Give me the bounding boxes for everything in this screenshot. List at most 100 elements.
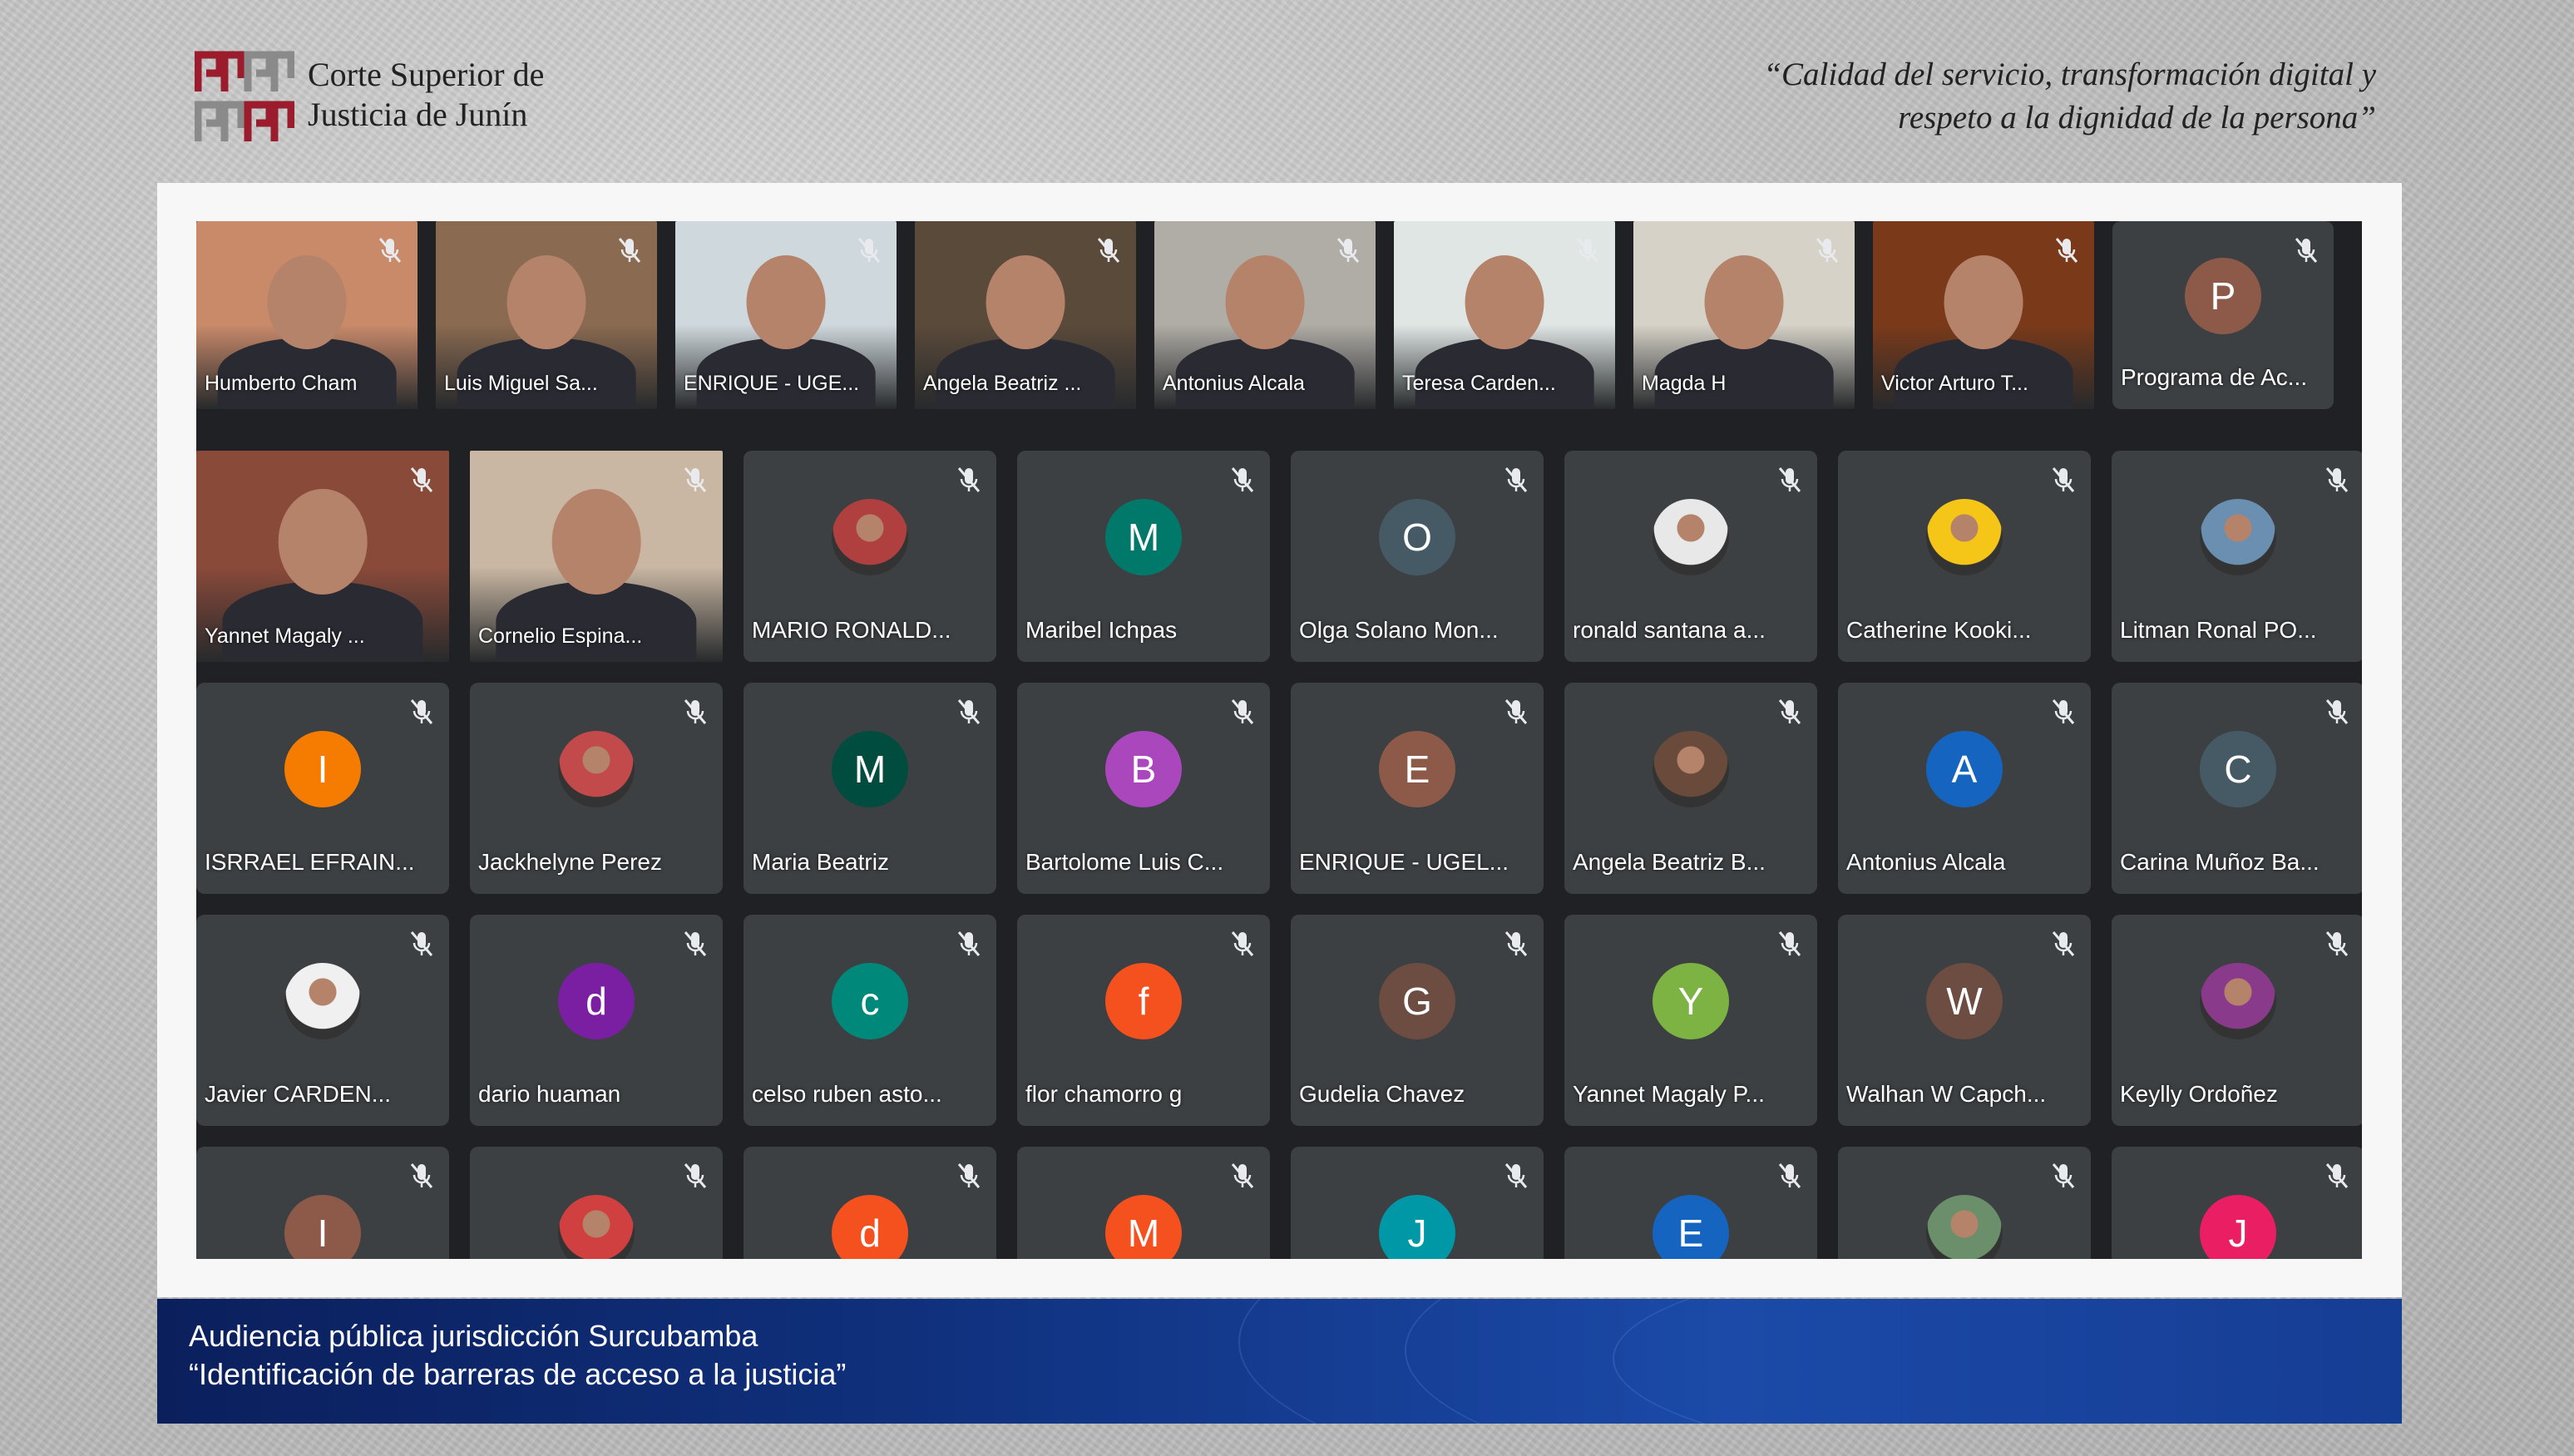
participant-name: Catherine Kooki... bbox=[1846, 617, 2032, 643]
participant-tile[interactable]: c celso ruben asto... bbox=[744, 915, 996, 1126]
avatar-photo bbox=[1926, 1195, 2003, 1259]
participant-tile[interactable]: Jackhelyne Perez bbox=[470, 683, 723, 894]
participant-tile[interactable]: ronald santana a... bbox=[1564, 451, 1817, 662]
participant-tile[interactable]: E bbox=[1564, 1147, 1817, 1259]
participant-tile[interactable]: Y Yannet Magaly P... bbox=[1564, 915, 1817, 1126]
participant-tile[interactable] bbox=[470, 1147, 723, 1259]
participant-tile[interactable]: Victor Arturo T... bbox=[1873, 221, 2094, 409]
person-head bbox=[506, 254, 586, 349]
mic-muted-icon bbox=[2051, 698, 2076, 726]
participant-name: MARIO RONALD... bbox=[752, 617, 951, 643]
court-logo bbox=[195, 51, 294, 141]
avatar-initial: A bbox=[1926, 731, 2003, 807]
participant-tile[interactable]: G Gudelia Chavez bbox=[1291, 915, 1544, 1126]
participant-tile[interactable]: MARIO RONALD... bbox=[744, 451, 996, 662]
person-head bbox=[1944, 254, 2023, 349]
mic-muted-icon bbox=[683, 698, 708, 726]
participant-tile[interactable]: f flor chamorro g bbox=[1017, 915, 1270, 1126]
participant-name: Antonius Alcala bbox=[1846, 849, 2006, 875]
mic-muted-icon bbox=[683, 930, 708, 958]
participant-tile[interactable]: J bbox=[2112, 1147, 2362, 1259]
mic-muted-icon bbox=[1777, 466, 1802, 494]
mic-muted-icon bbox=[2294, 236, 2319, 264]
participant-name: Keylly Ordoñez bbox=[2120, 1081, 2278, 1107]
participant-tile[interactable]: C Carina Muñoz Ba... bbox=[2112, 683, 2362, 894]
participant-tile[interactable]: I bbox=[196, 1147, 449, 1259]
participant-tile[interactable]: W Walhan W Capch... bbox=[1838, 915, 2091, 1126]
mic-muted-icon bbox=[2325, 466, 2349, 494]
participant-name: flor chamorro g bbox=[1025, 1081, 1183, 1107]
mic-muted-icon bbox=[409, 1162, 434, 1190]
participant-name: celso ruben asto... bbox=[752, 1081, 942, 1107]
participant-tile[interactable]: E ENRIQUE - UGEL... bbox=[1291, 683, 1544, 894]
participant-tile[interactable]: Javier CARDEN... bbox=[196, 915, 449, 1126]
participant-tile[interactable]: ENRIQUE - UGE... bbox=[675, 221, 897, 409]
person-head bbox=[551, 488, 641, 595]
mic-muted-icon bbox=[2054, 236, 2079, 264]
participant-name: Yannet Magaly ... bbox=[205, 624, 365, 648]
avatar-initial: M bbox=[832, 731, 908, 807]
avatar-photo bbox=[284, 963, 361, 1039]
participant-tile[interactable]: M Maria Beatriz bbox=[744, 683, 996, 894]
avatar-photo bbox=[2200, 963, 2276, 1039]
participant-tile[interactable]: Angela Beatriz ... bbox=[915, 221, 1136, 409]
participant-tile[interactable]: I ISRRAEL EFRAIN... bbox=[196, 683, 449, 894]
participant-tile[interactable]: Teresa Carden... bbox=[1394, 221, 1615, 409]
mic-muted-icon bbox=[1230, 1162, 1255, 1190]
participant-tile[interactable]: Catherine Kooki... bbox=[1838, 451, 2091, 662]
participant-tile[interactable]: J bbox=[1291, 1147, 1544, 1259]
participant-tile[interactable]: Humberto Cham bbox=[196, 221, 417, 409]
meeting-grid: Humberto Cham Luis Miguel Sa... ENRIQUE - … bbox=[196, 221, 2362, 1259]
person-head bbox=[1465, 254, 1544, 349]
participant-name: Maribel Ichpas bbox=[1025, 617, 1178, 643]
participant-tile[interactable]: P Programa de Ac... bbox=[2112, 221, 2334, 409]
person-head bbox=[267, 254, 347, 349]
participant-tile[interactable]: Yannet Magaly ... bbox=[196, 451, 449, 662]
mic-muted-icon bbox=[1575, 236, 1600, 264]
avatar-initial: Y bbox=[1653, 963, 1729, 1039]
mic-muted-icon bbox=[1777, 698, 1802, 726]
participant-tile[interactable]: d bbox=[744, 1147, 996, 1259]
avatar-photo bbox=[832, 499, 908, 575]
participant-name: Teresa Carden... bbox=[1402, 372, 1556, 395]
participant-tile[interactable]: M bbox=[1017, 1147, 1270, 1259]
person-head bbox=[1225, 254, 1305, 349]
participant-name: Maria Beatriz bbox=[752, 849, 889, 875]
participant-name: Magda H bbox=[1642, 372, 1727, 395]
mic-muted-icon bbox=[956, 1162, 981, 1190]
avatar-initial: M bbox=[1105, 499, 1182, 575]
avatar-initial: W bbox=[1926, 963, 2003, 1039]
mic-muted-icon bbox=[956, 466, 981, 494]
person-head bbox=[1704, 254, 1784, 349]
participant-name: Walhan W Capch... bbox=[1846, 1081, 2047, 1107]
motto-line1: “Calidad del servicio, transformación di… bbox=[1763, 57, 2376, 92]
participant-tile[interactable]: Luis Miguel Sa... bbox=[436, 221, 657, 409]
participant-tile[interactable]: M Maribel Ichpas bbox=[1017, 451, 1270, 662]
participant-tile[interactable]: Cornelio Espina... bbox=[470, 451, 723, 662]
participant-tile[interactable]: Keylly Ordoñez bbox=[2112, 915, 2362, 1126]
participant-name: Cornelio Espina... bbox=[478, 624, 643, 648]
participant-tile[interactable]: d dario huaman bbox=[470, 915, 723, 1126]
avatar-initial: C bbox=[2200, 731, 2276, 807]
avatar-initial: I bbox=[284, 1195, 361, 1259]
banner-text: Audiencia pública jurisdicción Surcubamb… bbox=[189, 1317, 846, 1394]
participant-tile[interactable]: Antonius Alcala bbox=[1154, 221, 1376, 409]
org-name-line2: Justicia de Junín bbox=[308, 96, 528, 133]
mic-muted-icon bbox=[2051, 466, 2076, 494]
participant-name: Olga Solano Mon... bbox=[1299, 617, 1499, 643]
mic-muted-icon bbox=[1777, 930, 1802, 958]
participant-tile[interactable]: Angela Beatriz B... bbox=[1564, 683, 1817, 894]
participant-name: Angela Beatriz B... bbox=[1573, 849, 1766, 875]
participant-tile[interactable]: O Olga Solano Mon... bbox=[1291, 451, 1544, 662]
participant-name: Humberto Cham bbox=[205, 372, 358, 395]
participant-tile[interactable]: Litman Ronal PO... bbox=[2112, 451, 2362, 662]
mic-muted-icon bbox=[683, 466, 708, 494]
avatar-initial: f bbox=[1105, 963, 1182, 1039]
participant-tile[interactable]: A Antonius Alcala bbox=[1838, 683, 2091, 894]
participant-name: Carina Muñoz Ba... bbox=[2120, 849, 2320, 875]
participant-tile[interactable]: B Bartolome Luis C... bbox=[1017, 683, 1270, 894]
participant-tile[interactable] bbox=[1838, 1147, 2091, 1259]
participant-tile[interactable]: Magda H bbox=[1633, 221, 1855, 409]
banner-line1: Audiencia pública jurisdicción Surcubamb… bbox=[189, 1319, 758, 1353]
avatar-initial: J bbox=[1379, 1195, 1455, 1259]
